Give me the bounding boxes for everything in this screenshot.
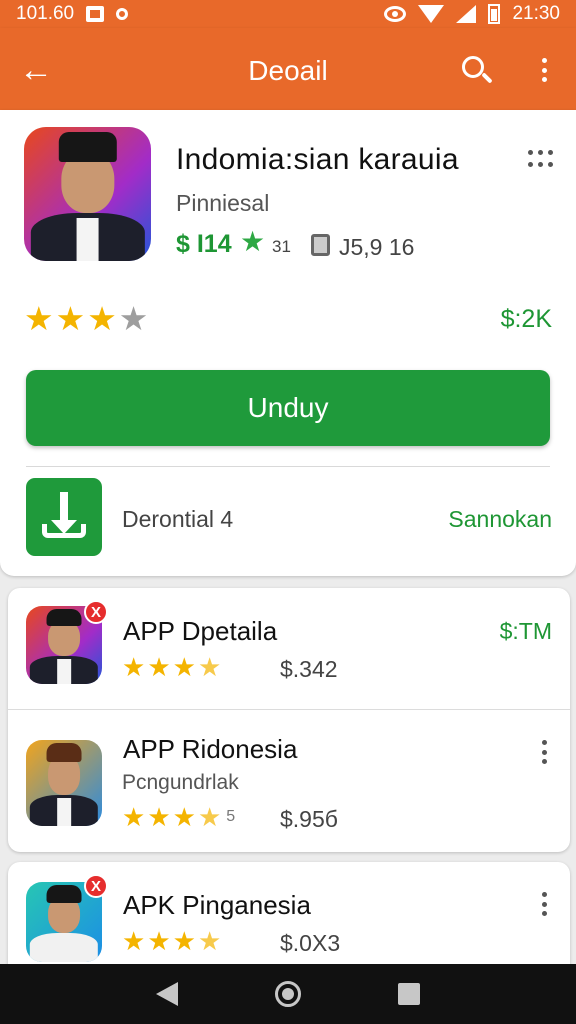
notification-dot-icon bbox=[116, 8, 129, 20]
app-icon bbox=[24, 127, 151, 261]
image-notification-icon bbox=[86, 6, 105, 22]
phone-icon bbox=[311, 234, 330, 256]
list-item-side-price: $:TM bbox=[499, 618, 552, 644]
more-vert-icon[interactable] bbox=[540, 892, 548, 916]
star-icon: ★ bbox=[172, 652, 196, 682]
star-icon: ★ bbox=[122, 652, 146, 682]
list-item-title[interactable]: APK Pinganesia bbox=[123, 890, 311, 921]
status-time-right: 21:30 bbox=[512, 3, 560, 24]
install-button[interactable]: Unduy bbox=[26, 370, 550, 446]
star-icon: ★ bbox=[240, 226, 266, 257]
status-bar: 101.60 21:30 bbox=[0, 0, 576, 28]
signal-icon bbox=[456, 5, 477, 23]
list-item-stars: ★ ★ ★ ★ bbox=[122, 654, 221, 680]
download-row-text: Derontial 4 bbox=[122, 506, 234, 532]
wifi-icon bbox=[418, 5, 445, 23]
list-item-stars: ★ ★ ★ ★ 5 bbox=[122, 804, 235, 830]
more-vert-icon[interactable] bbox=[538, 54, 550, 86]
list-item-title[interactable]: APP Dpetaila bbox=[123, 616, 277, 647]
list-item-price: $.0Х3 bbox=[280, 930, 341, 956]
star-icon: ★ bbox=[197, 652, 222, 682]
star-icon: ★ bbox=[118, 300, 149, 337]
status-time-left: 101.60 bbox=[16, 3, 75, 24]
app-price: $ I14 bbox=[176, 230, 232, 258]
star-icon: ★ bbox=[172, 926, 196, 956]
eye-icon bbox=[384, 6, 407, 22]
star-icon: ★ bbox=[172, 802, 196, 832]
list-item-stars: ★ ★ ★ ★ bbox=[122, 928, 221, 954]
list-item-price: $.95б bbox=[280, 806, 338, 832]
list-item-price: $.342 bbox=[280, 656, 338, 682]
star-icon: ★ bbox=[87, 300, 117, 337]
star-icon: ★ bbox=[55, 300, 86, 337]
list-item-subtitle: Pcngundrlak bbox=[122, 771, 239, 794]
system-nav-bar bbox=[0, 964, 576, 1024]
app-bar: ← Deoail bbox=[0, 28, 576, 110]
download-row-link[interactable]: Sannokan bbox=[448, 506, 552, 533]
star-icon: ★ bbox=[122, 802, 146, 832]
divider bbox=[26, 466, 550, 467]
app-size: J5,9 16 bbox=[339, 234, 415, 260]
rating-stars: ★ ★ ★ ★ bbox=[24, 302, 148, 335]
related-apps-card: X APP Dpetaila $:TM ★ ★ ★ ★ $.342 APP Ri… bbox=[8, 588, 570, 852]
app-icon[interactable] bbox=[26, 740, 102, 826]
star-icon: ★ bbox=[147, 802, 171, 832]
star-icon: ★ bbox=[197, 802, 222, 832]
star-icon: ★ bbox=[147, 652, 171, 682]
developer-name[interactable]: Pinniesal bbox=[176, 190, 269, 217]
nav-recent-icon[interactable] bbox=[397, 983, 420, 1005]
download-count: $:2K bbox=[500, 305, 552, 333]
more-horiz-icon[interactable] bbox=[528, 150, 554, 170]
close-icon[interactable]: X bbox=[84, 600, 108, 624]
more-vert-icon[interactable] bbox=[540, 740, 548, 764]
nav-home-icon[interactable] bbox=[274, 981, 301, 1007]
star-icon: ★ bbox=[197, 926, 222, 956]
battery-icon bbox=[488, 4, 501, 24]
star-icon: ★ bbox=[122, 926, 146, 956]
star-icon: ★ bbox=[24, 300, 54, 337]
app-title: Indomia:sian karauia bbox=[176, 143, 459, 176]
list-item-count: 5 bbox=[226, 808, 236, 825]
list-item-title[interactable]: APP Ridonesia bbox=[123, 734, 297, 765]
rating-count: 31 bbox=[272, 237, 291, 256]
download-icon[interactable] bbox=[26, 478, 102, 556]
search-icon[interactable] bbox=[456, 50, 496, 90]
close-icon[interactable]: X bbox=[84, 874, 108, 898]
nav-back-icon[interactable] bbox=[156, 982, 179, 1006]
star-icon: ★ bbox=[147, 926, 171, 956]
divider bbox=[8, 709, 570, 710]
